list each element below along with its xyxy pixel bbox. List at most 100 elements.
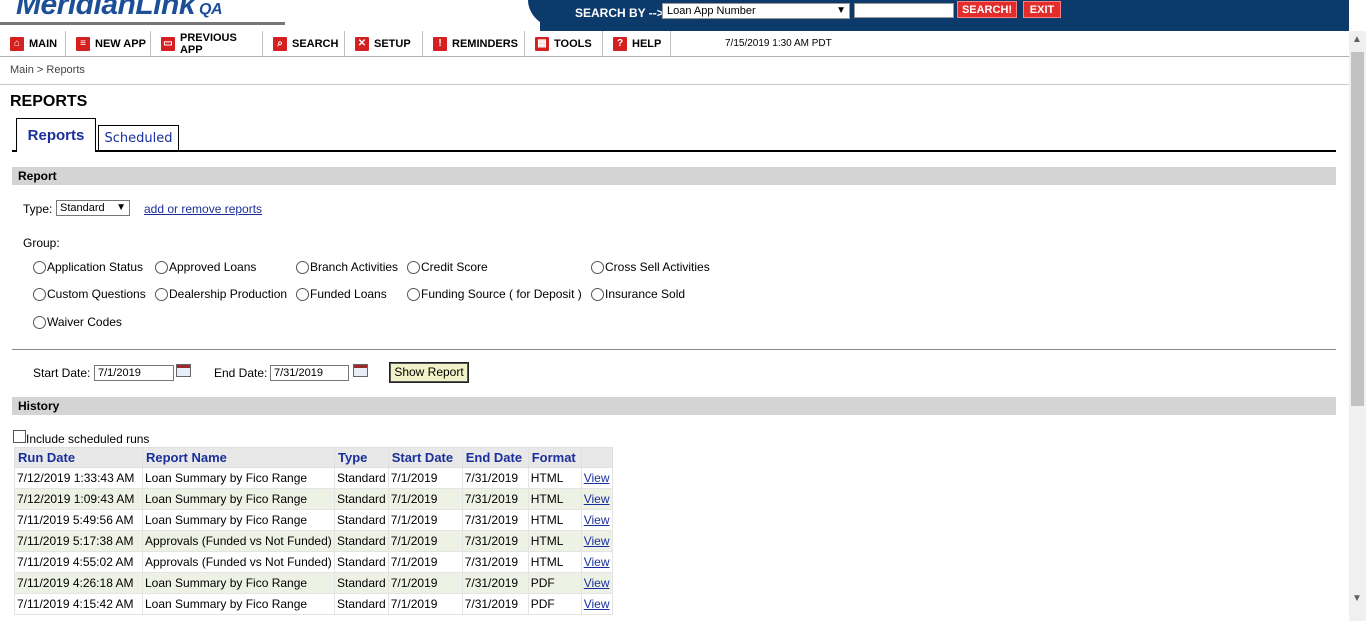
nav-previous-app[interactable]: ▭ PREVIOUS APP [151,31,263,57]
scrollbar-thumb[interactable] [1351,52,1364,406]
group-radio-custom-questions[interactable]: Custom Questions [33,287,146,301]
group-radio-cross-sell-activities[interactable]: Cross Sell Activities [591,260,710,274]
table-row: 7/11/2019 5:49:56 AM Loan Summary by Fico… [14,509,613,531]
table-row: 7/12/2019 1:33:43 AM Loan Summary by Fico… [14,467,613,489]
group-option-label: Approved Loans [169,260,257,274]
view-link[interactable]: View [584,597,610,611]
breadcrumb: Main > Reports [10,64,85,76]
end-date-input[interactable]: 7/31/2019 [270,365,349,381]
start-date-input[interactable]: 7/1/2019 [94,365,174,381]
chevron-down-icon: ▼ [116,202,126,213]
radio-button[interactable] [296,260,309,274]
view-link[interactable]: View [584,492,610,506]
cell-view: View [580,593,613,615]
cell-type: Standard [334,509,389,531]
history-table: Run Date Report Name Type Start Date End… [14,447,613,615]
nav-previous-app-label: PREVIOUS APP [179,32,237,56]
start-date-label: Start Date: [33,366,91,380]
group-option-label: Branch Activities [310,260,399,274]
report-type-value: Standard [60,202,105,214]
new-app-icon: ≡ [76,37,90,51]
calendar-icon[interactable] [176,364,191,377]
nav-new-app[interactable]: ≡ NEW APP [66,31,151,57]
group-option-label: Funded Loans [310,287,387,301]
group-radio-credit-score[interactable]: Credit Score [407,260,488,274]
history-section-header: History [12,397,1336,415]
nav-main[interactable]: ⌂ MAIN [0,31,66,57]
cell-end-date: 7/31/2019 [461,593,529,615]
group-option-label: Credit Score [421,260,488,274]
nav-reminders[interactable]: ! REMINDERS [423,31,525,57]
cell-run-date: 7/12/2019 1:09:43 AM [14,488,143,510]
breadcrumb-divider [0,84,1349,85]
cell-view: View [580,467,613,489]
group-radio-funding-source[interactable]: Funding Source ( for Deposit ) [407,287,582,301]
calendar-icon[interactable] [353,364,368,377]
view-link[interactable]: View [584,555,610,569]
radio-button[interactable] [33,287,46,301]
cell-end-date: 7/31/2019 [461,530,529,552]
col-end-date[interactable]: End Date [461,447,529,468]
group-radio-approved-loans[interactable]: Approved Loans [155,260,256,274]
scroll-down-icon[interactable]: ▼ [1352,593,1362,604]
tools-icon: ▦ [535,37,549,51]
reminders-icon: ! [433,37,447,51]
nav-search[interactable]: ⌕ SEARCH [263,31,345,57]
view-link[interactable]: View [584,576,610,590]
col-format[interactable]: Format [527,447,582,468]
tab-scheduled[interactable]: Scheduled [98,125,179,151]
cell-end-date: 7/31/2019 [461,509,529,531]
nav-help[interactable]: ? HELP [603,31,671,57]
cell-report-name: Approvals (Funded vs Not Funded) [142,551,335,573]
cell-start-date: 7/1/2019 [387,488,463,510]
cell-start-date: 7/1/2019 [387,467,463,489]
cell-type: Standard [334,467,389,489]
cell-end-date: 7/31/2019 [461,488,529,510]
radio-button[interactable] [407,260,420,274]
radio-button[interactable] [591,287,604,301]
radio-button[interactable] [591,260,604,274]
group-radio-application-status[interactable]: Application Status [33,260,143,274]
view-link[interactable]: View [584,471,610,485]
nav-setup-label: SETUP [374,38,411,50]
view-link[interactable]: View [584,513,610,527]
scroll-up-icon[interactable]: ▲ [1352,34,1362,45]
col-report-name[interactable]: Report Name [142,447,335,468]
col-start-date[interactable]: Start Date [387,447,463,468]
tab-reports[interactable]: Reports [16,118,96,152]
search-button[interactable]: SEARCH! [957,1,1017,18]
radio-button[interactable] [155,260,168,274]
search-type-select[interactable]: Loan App Number ▼ [662,3,850,19]
group-radio-insurance-sold[interactable]: Insurance Sold [591,287,685,301]
group-radio-waiver-codes[interactable]: Waiver Codes [33,315,122,329]
cell-end-date: 7/31/2019 [461,572,529,594]
nav-tools[interactable]: ▦ TOOLS [525,31,603,57]
group-label: Group: [23,236,60,250]
report-type-select[interactable]: Standard ▼ [56,200,130,216]
end-date-label: End Date: [214,366,268,380]
cell-start-date: 7/1/2019 [387,530,463,552]
radio-button[interactable] [33,315,46,329]
show-report-button[interactable]: Show Report [389,362,469,383]
radio-button[interactable] [155,287,168,301]
setup-icon: ✕ [355,37,369,51]
group-radio-funded-loans[interactable]: Funded Loans [296,287,387,301]
group-radio-branch-activities[interactable]: Branch Activities [296,260,398,274]
view-link[interactable]: View [584,534,610,548]
nav-setup[interactable]: ✕ SETUP [345,31,423,57]
exit-button[interactable]: EXIT [1023,1,1061,18]
cell-end-date: 7/31/2019 [461,467,529,489]
cell-view: View [580,551,613,573]
search-input[interactable] [854,3,954,18]
radio-button[interactable] [407,287,420,301]
radio-button[interactable] [296,287,309,301]
col-run-date[interactable]: Run Date [14,447,143,468]
add-remove-reports-link[interactable]: add or remove reports [144,202,262,216]
table-row: 7/11/2019 4:15:42 AM Loan Summary by Fico… [14,593,613,615]
main-nav: ⌂ MAIN ≡ NEW APP ▭ PREVIOUS APP ⌕ SEARCH ✕ SE… [0,31,1349,57]
group-option-label: Dealership Production [169,287,288,301]
col-type[interactable]: Type [334,447,389,468]
radio-button[interactable] [33,260,46,274]
include-scheduled-checkbox[interactable] [13,430,26,443]
group-radio-dealership-production[interactable]: Dealership Production [155,287,287,301]
